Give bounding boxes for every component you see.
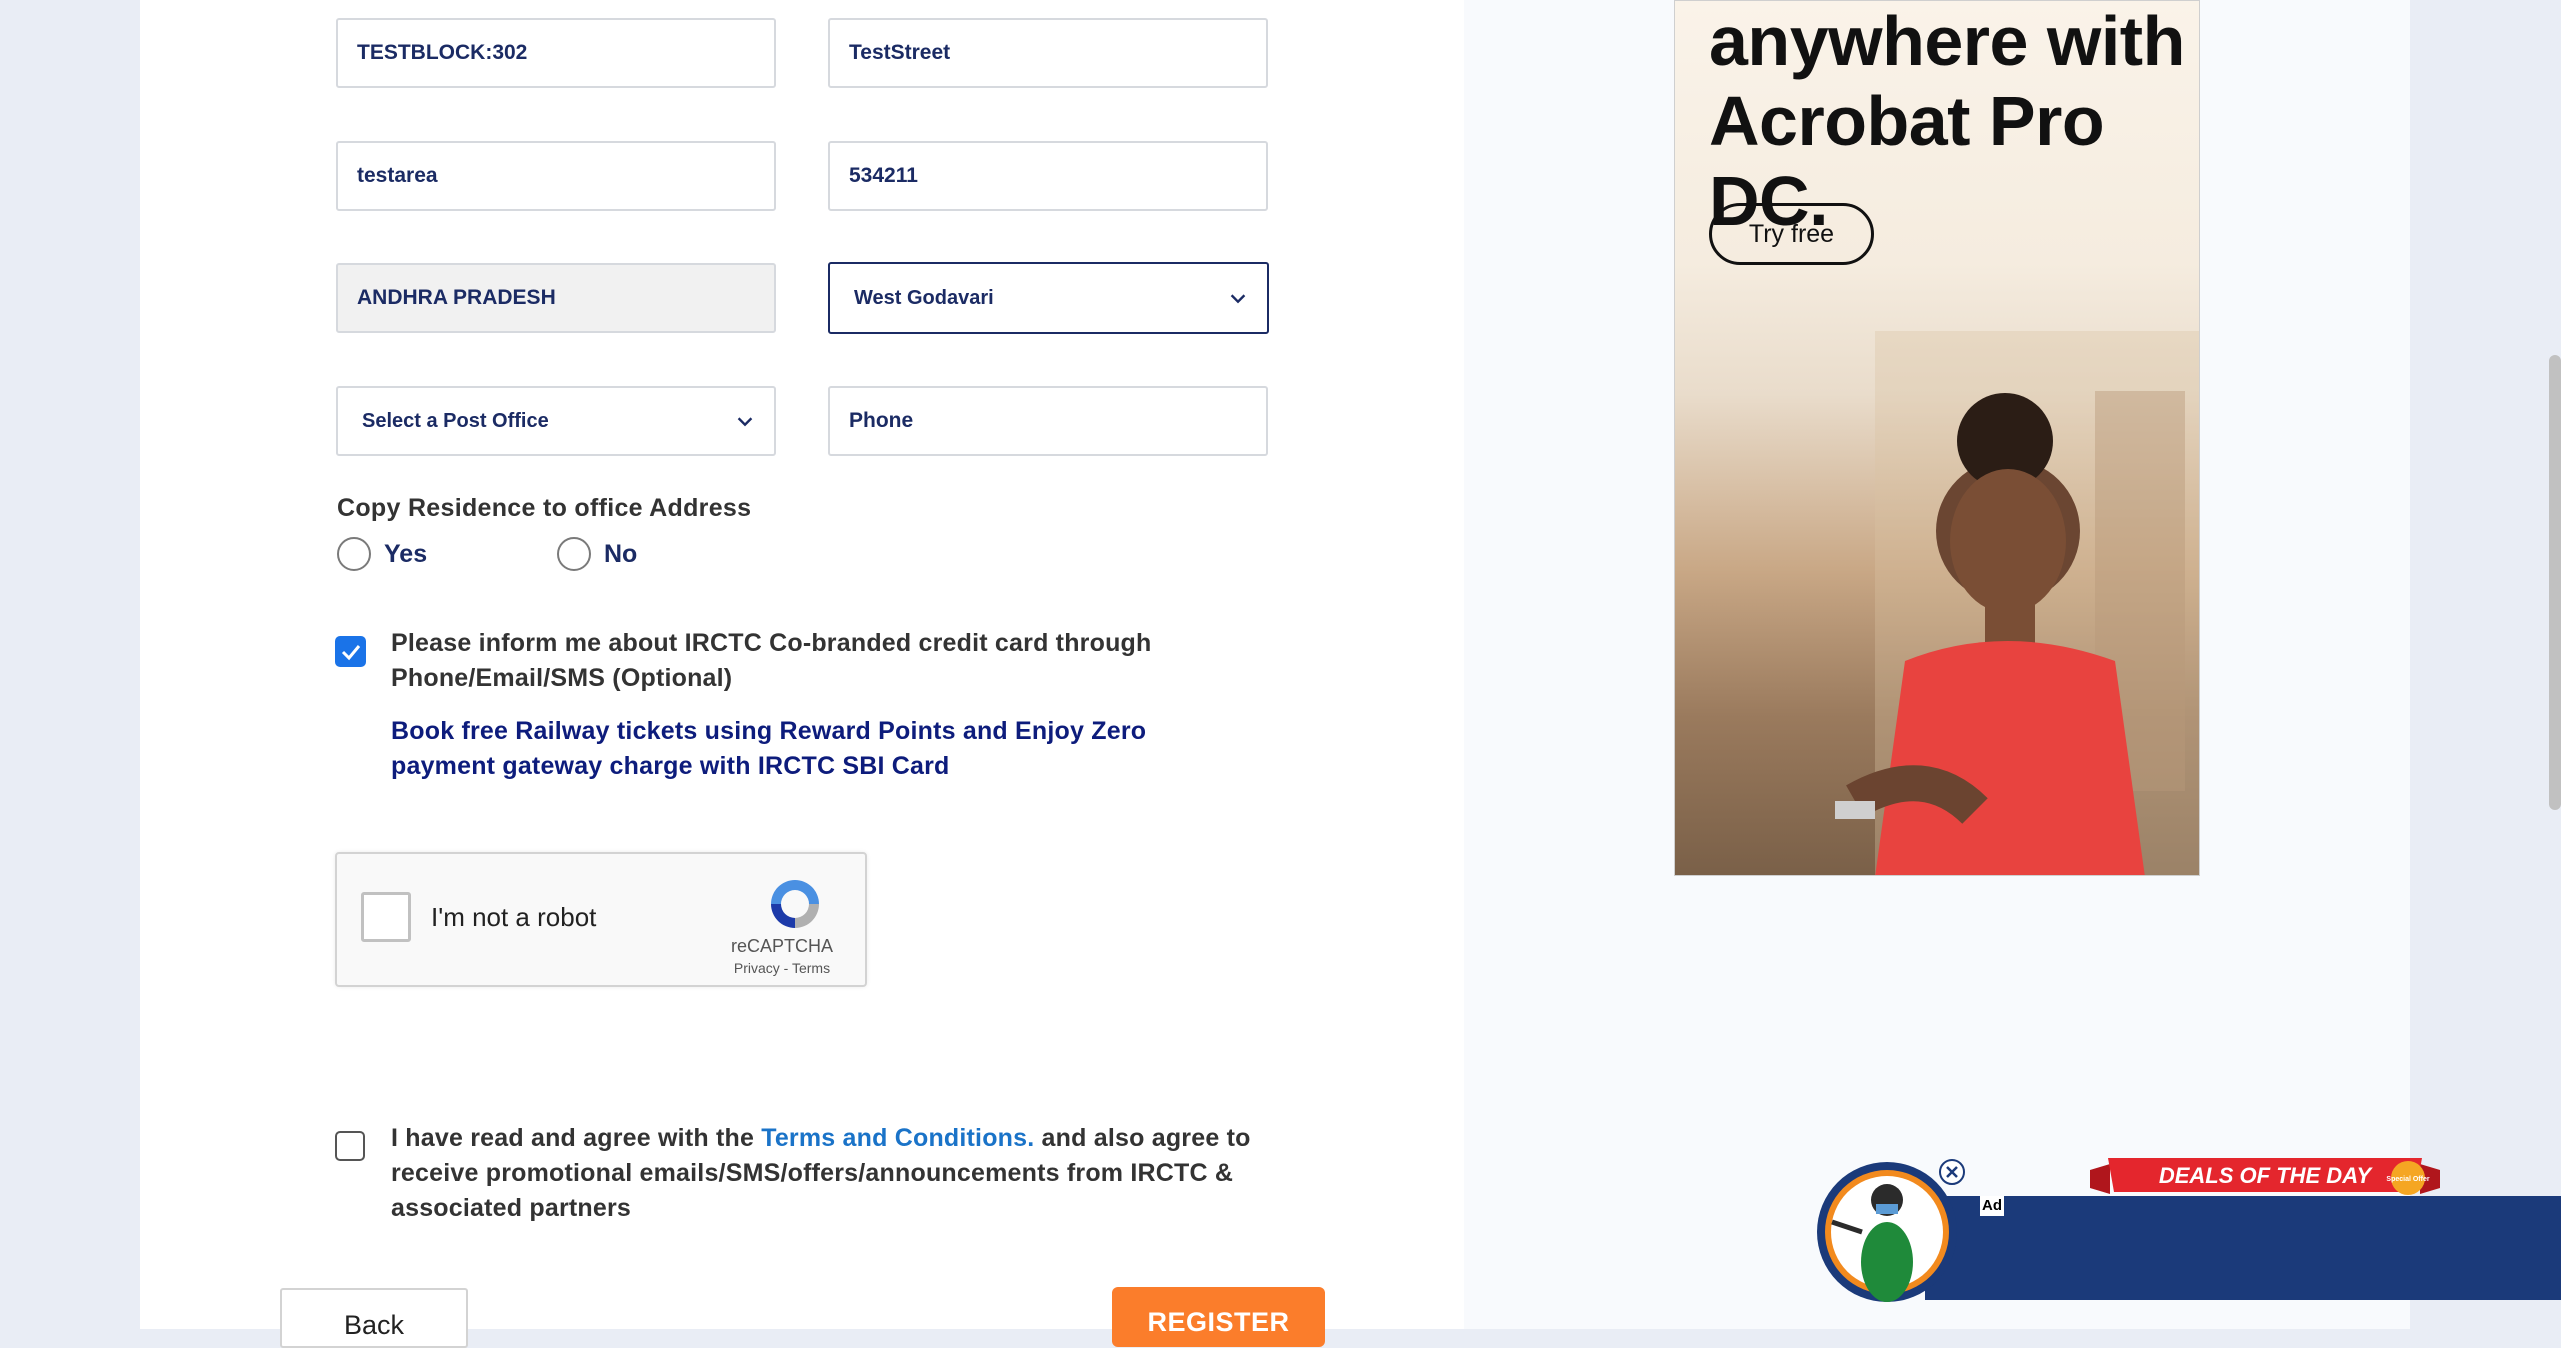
copy-residence-label: Copy Residence to office Address bbox=[337, 494, 752, 522]
phone-placeholder: Phone bbox=[849, 409, 914, 432]
checkmark-icon bbox=[341, 644, 360, 660]
state-input: ANDHRA PRADESH bbox=[336, 263, 776, 333]
post-office-select[interactable]: Select a Post Office bbox=[336, 386, 776, 456]
chevron-down-icon bbox=[1230, 294, 1246, 304]
deals-ribbon: DEALS OF THE DAY Special Offer bbox=[2090, 1158, 2440, 1195]
district-value: West Godavari bbox=[854, 286, 994, 309]
ad-try-free-button[interactable]: Try free bbox=[1709, 203, 1874, 265]
scrollbar-thumb[interactable] bbox=[2549, 355, 2561, 810]
address-line1-input[interactable]: TESTBLOCK:302 bbox=[336, 18, 776, 88]
radio-no[interactable] bbox=[557, 537, 591, 571]
ad-photo-woman bbox=[1835, 331, 2199, 875]
special-offer-badge: Special Offer bbox=[2386, 1176, 2429, 1183]
deals-of-the-day-banner[interactable] bbox=[1925, 1196, 2561, 1300]
recaptcha-widget: I'm not a robot reCAPTCHA Privacy - Term… bbox=[335, 852, 867, 987]
recaptcha-label: I'm not a robot bbox=[431, 902, 597, 932]
state-value: ANDHRA PRADESH bbox=[357, 286, 556, 309]
recaptcha-privacy-terms[interactable]: Privacy - Terms bbox=[707, 960, 857, 976]
terms-link[interactable]: Terms and Conditions. bbox=[761, 1124, 1034, 1152]
radio-yes[interactable] bbox=[337, 537, 371, 571]
terms-text: I have read and agree with the Terms and… bbox=[391, 1121, 1291, 1226]
pincode-input[interactable]: 534211 bbox=[828, 141, 1268, 211]
post-office-placeholder: Select a Post Office bbox=[362, 409, 549, 432]
ad-tag: Ad bbox=[1980, 1196, 2004, 1216]
pincode-value: 534211 bbox=[849, 164, 918, 187]
recaptcha-brand: reCAPTCHA bbox=[730, 936, 833, 956]
recaptcha-logo-icon bbox=[771, 880, 819, 928]
promo-text[interactable]: Book free Railway tickets using Reward P… bbox=[391, 714, 1211, 784]
address-line1-value: TESTBLOCK:302 bbox=[357, 41, 528, 64]
deals-ribbon-text: DEALS OF THE DAY bbox=[2159, 1163, 2374, 1188]
cobranded-checkbox[interactable] bbox=[335, 636, 366, 667]
ad-headline-line1: anywhere with bbox=[1709, 2, 2185, 80]
page-background-right bbox=[2410, 0, 2561, 1329]
phone-input[interactable]: Phone bbox=[828, 386, 1268, 456]
area-input[interactable]: testarea bbox=[336, 141, 776, 211]
back-button[interactable]: Back bbox=[280, 1288, 468, 1348]
radio-no-label[interactable]: No bbox=[604, 540, 637, 569]
register-button[interactable]: REGISTER bbox=[1112, 1287, 1325, 1347]
acrobat-ad[interactable]: anywhere with Acrobat Pro DC. Try free bbox=[1674, 0, 2200, 876]
area-value: testarea bbox=[357, 164, 438, 187]
street-value: TestStreet bbox=[849, 41, 951, 64]
terms-checkbox[interactable] bbox=[335, 1131, 365, 1161]
terms-prefix: I have read and agree with the bbox=[391, 1124, 762, 1152]
street-input[interactable]: TestStreet bbox=[828, 18, 1268, 88]
district-select[interactable]: West Godavari bbox=[828, 262, 1269, 334]
cobranded-text: Please inform me about IRCTC Co-branded … bbox=[391, 629, 1152, 692]
mascot-icon[interactable] bbox=[1812, 1152, 1982, 1312]
radio-yes-label[interactable]: Yes bbox=[384, 540, 427, 569]
recaptcha-checkbox[interactable] bbox=[361, 892, 411, 942]
chevron-down-icon bbox=[737, 417, 753, 427]
